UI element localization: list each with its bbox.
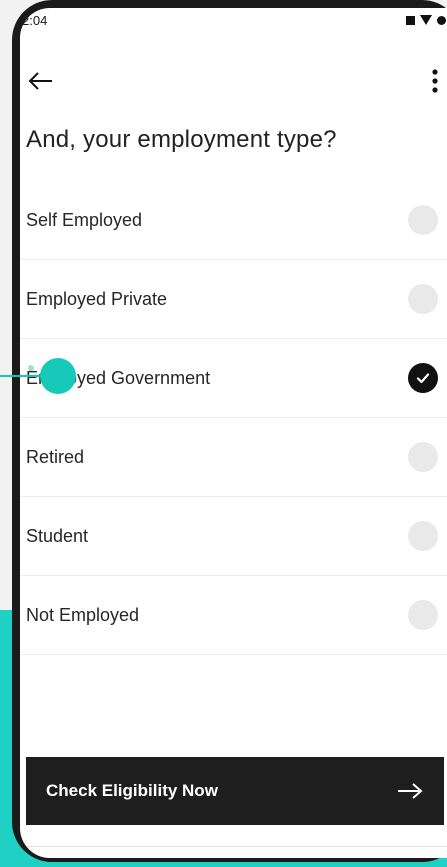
option-label: Retired bbox=[26, 446, 85, 467]
option-label: Self Employed bbox=[26, 209, 143, 230]
radio-button[interactable] bbox=[408, 205, 438, 235]
battery-icon bbox=[406, 15, 415, 25]
option-label: Employed Private bbox=[26, 288, 168, 309]
option-label: Not Employed bbox=[26, 604, 140, 625]
arrow-left-icon[interactable] bbox=[26, 66, 56, 96]
employment-options-list: Self Employed Employed Private Employed … bbox=[20, 181, 447, 655]
radio-button[interactable] bbox=[408, 600, 438, 630]
bottom-divider bbox=[20, 846, 447, 847]
page-title: And, your employment type? bbox=[26, 126, 337, 153]
status-bar: 2:04 bbox=[20, 8, 447, 32]
cta-label: Check Eligibility Now bbox=[46, 781, 218, 800]
status-icons bbox=[406, 15, 446, 25]
tutorial-pointer-dot bbox=[40, 358, 76, 394]
status-time: 2:04 bbox=[22, 12, 48, 28]
option-employed-private[interactable]: Employed Private bbox=[20, 260, 447, 339]
signal-icon bbox=[437, 15, 446, 25]
option-self-employed[interactable]: Self Employed bbox=[20, 181, 447, 260]
option-label: Student bbox=[26, 525, 89, 546]
option-employed-government[interactable]: Employed Government bbox=[20, 339, 447, 418]
option-retired[interactable]: Retired bbox=[20, 418, 447, 497]
arrow-right-icon bbox=[398, 783, 423, 799]
radio-button[interactable] bbox=[408, 521, 438, 551]
wifi-icon bbox=[420, 15, 432, 25]
check-icon bbox=[416, 373, 430, 384]
radio-button[interactable] bbox=[408, 284, 438, 314]
more-vertical-icon[interactable] bbox=[428, 66, 442, 96]
radio-button-checked[interactable] bbox=[408, 363, 438, 393]
tutorial-pointer-small-dot bbox=[28, 365, 34, 371]
option-student[interactable]: Student bbox=[20, 497, 447, 576]
radio-button[interactable] bbox=[408, 442, 438, 472]
top-bar bbox=[20, 62, 447, 102]
screen: 2:04 And, your employment type? Self Emp… bbox=[20, 8, 447, 858]
check-eligibility-button[interactable]: Check Eligibility Now bbox=[26, 757, 444, 825]
option-not-employed[interactable]: Not Employed bbox=[20, 576, 447, 655]
